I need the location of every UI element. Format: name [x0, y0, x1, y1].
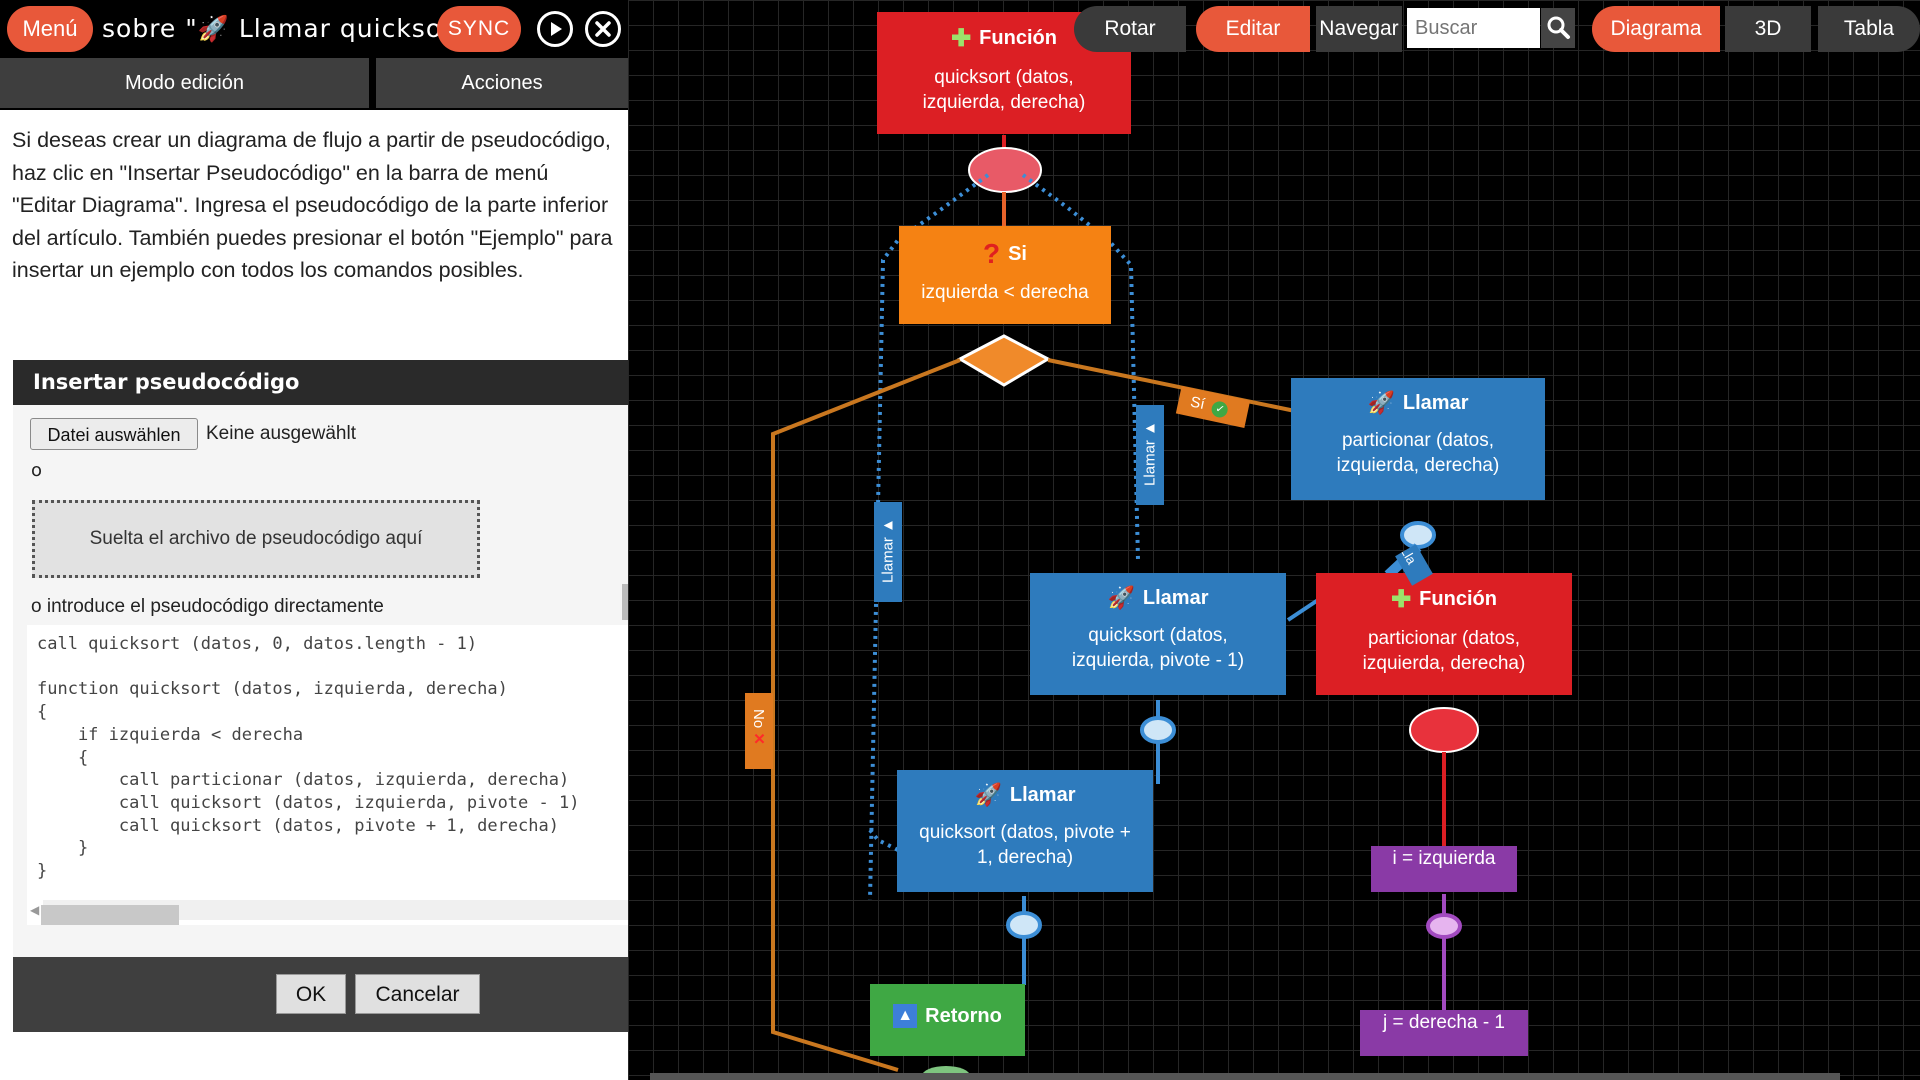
- rotate-button[interactable]: Rotar: [1074, 6, 1186, 52]
- node-assign-i[interactable]: i = izquierda: [1371, 846, 1517, 892]
- instructions-text: Si deseas crear un diagrama de flujo a p…: [12, 128, 613, 282]
- puzzle-icon: ✚: [951, 25, 972, 52]
- code-scrollbar-thumb[interactable]: [41, 905, 179, 925]
- node-body: quicksort (datos, izquierda, pivote - 1): [1071, 625, 1245, 671]
- edge-label-text: Sí: [1188, 393, 1207, 413]
- node-call-particionar[interactable]: 🚀 Llamar particionar (datos, izquierda, d…: [1291, 378, 1545, 500]
- pseudocode-text: call quicksort (datos, 0, datos.length -…: [37, 634, 580, 882]
- edge-label-text: Llamar: [1141, 440, 1159, 486]
- node-body: izquierda < derecha: [921, 282, 1089, 303]
- node-call-quicksort-left[interactable]: 🚀 Llamar quicksort (datos, izquierda, piv…: [1030, 573, 1286, 695]
- connector-qs-right-out: [1006, 911, 1042, 939]
- node-return[interactable]: ▲ Retorno: [870, 984, 1025, 1056]
- file-drop-zone[interactable]: Suelta el archivo de pseudocódigo aquí: [32, 500, 480, 578]
- file-status: Keine ausgewählt: [206, 423, 356, 444]
- diagram-view-button[interactable]: Diagrama: [1592, 6, 1720, 52]
- search-icon[interactable]: [1541, 8, 1575, 48]
- node-assign-j[interactable]: j = derecha - 1: [1360, 1010, 1528, 1056]
- edge-no: [771, 358, 961, 1072]
- connector-qs-left-out: [1140, 716, 1176, 744]
- edge-label-text: Llamar: [879, 537, 897, 583]
- choose-file-button[interactable]: Datei auswählen: [30, 418, 198, 450]
- connector-assign-i-out: [1426, 913, 1462, 939]
- rocket-icon: 🚀: [1107, 585, 1135, 610]
- rocket-icon: 🚀: [974, 782, 1002, 807]
- node-body: particionar (datos, izquierda, derecha): [1362, 628, 1526, 674]
- tab-edit-mode[interactable]: Modo edición: [0, 58, 369, 108]
- node-title: Llamar: [1142, 586, 1209, 609]
- edge-yes: [1047, 358, 1301, 414]
- question-icon: ?: [982, 238, 1001, 269]
- node-body: j = derecha - 1: [1383, 1012, 1505, 1033]
- cross-icon: ✕: [750, 732, 767, 745]
- pseudocode-textarea[interactable]: call quicksort (datos, 0, datos.length -…: [27, 625, 628, 925]
- node-title: Llamar: [1402, 391, 1469, 414]
- canvas-scrollbar[interactable]: [650, 1073, 1840, 1080]
- node-title: Función: [1419, 588, 1497, 610]
- 3d-view-button[interactable]: 3D: [1725, 6, 1811, 52]
- decision-diamond: [956, 334, 1052, 387]
- connector-function-out: [968, 147, 1042, 193]
- node-if[interactable]: ? Si izquierda < derecha: [899, 226, 1111, 324]
- triangle-up-icon: ▲: [893, 1004, 918, 1028]
- tab-actions[interactable]: Acciones: [376, 58, 628, 108]
- check-icon: ✓: [1210, 400, 1230, 419]
- scroll-left-arrow-icon[interactable]: ◀: [30, 903, 39, 917]
- rocket-icon: 🚀: [1367, 390, 1395, 415]
- table-view-button[interactable]: Tabla: [1818, 6, 1920, 52]
- close-icon[interactable]: [585, 11, 621, 47]
- mode-tabs: Modo edición Acciones: [0, 58, 628, 110]
- ok-button[interactable]: OK: [276, 974, 346, 1014]
- or-direct-label: o introduce el pseudocódigo directamente: [31, 596, 384, 617]
- cancel-button[interactable]: Cancelar: [355, 974, 480, 1014]
- edge-label-text: No: [750, 709, 767, 729]
- node-body: quicksort (datos, izquierda, derecha): [922, 67, 1086, 113]
- node-title: Llamar: [1009, 783, 1076, 806]
- sync-button[interactable]: SYNC: [437, 6, 521, 52]
- insert-pseudocode-dialog: Insertar pseudocódigo Datei auswählen Ke…: [13, 360, 628, 1032]
- flow-edges: [771, 135, 1479, 1080]
- node-body: i = izquierda: [1392, 848, 1496, 869]
- node-call-quicksort-right[interactable]: 🚀 Llamar quicksort (datos, pivote + 1, de…: [897, 770, 1153, 892]
- node-body: quicksort (datos, pivote + 1, derecha): [919, 822, 1131, 868]
- editor-panel: Menú sobre "🚀 Llamar quicksort SYNC Modo…: [0, 0, 628, 1080]
- connector-particionar-out: [1400, 521, 1436, 549]
- dialog-title: Insertar pseudocódigo: [13, 360, 628, 405]
- node-body: particionar (datos, izquierda, derecha): [1336, 430, 1500, 476]
- edge-label-call-1: Llamar ▲: [874, 502, 902, 602]
- edge-label-call-2: Llamar ▲: [1136, 405, 1164, 505]
- edge-label-no: No ✕: [745, 693, 773, 769]
- document-title: sobre "🚀 Llamar quicksort: [102, 14, 440, 43]
- navigate-button[interactable]: Navegar: [1316, 6, 1402, 52]
- connector-func-particionar-out: [1409, 707, 1479, 753]
- edit-button[interactable]: Editar: [1196, 6, 1310, 52]
- top-bar: Menú sobre "🚀 Llamar quicksort SYNC: [0, 0, 628, 58]
- node-title: Si: [1008, 242, 1027, 265]
- node-title: Función: [979, 27, 1057, 49]
- search-input[interactable]: [1407, 8, 1540, 48]
- menu-button[interactable]: Menú: [7, 6, 93, 52]
- play-icon[interactable]: [537, 11, 573, 47]
- node-function-particionar[interactable]: ✚ Función particionar (datos, izquierda, …: [1316, 573, 1572, 695]
- puzzle-icon: ✚: [1391, 586, 1412, 613]
- or-label: o: [31, 460, 43, 481]
- diagram-canvas[interactable]: ✚ Función quicksort (datos, izquierda, de…: [628, 0, 1920, 1080]
- node-title: Retorno: [925, 1004, 1002, 1027]
